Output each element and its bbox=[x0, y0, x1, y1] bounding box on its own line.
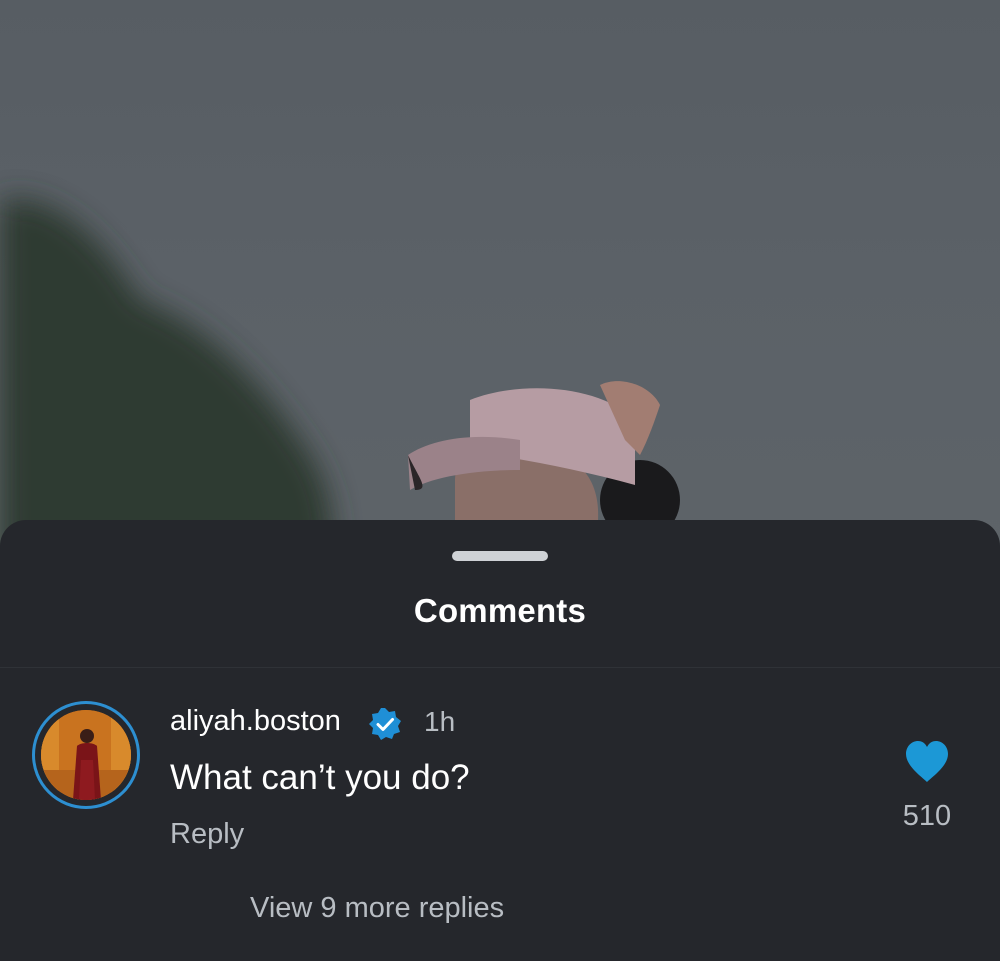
heart-icon[interactable] bbox=[904, 740, 950, 784]
comment-timestamp: 1h bbox=[424, 706, 456, 737]
background-photo-graphic bbox=[0, 198, 680, 600]
divider bbox=[0, 667, 1000, 668]
reply-button[interactable]: Reply bbox=[170, 818, 244, 851]
avatar-graphic bbox=[41, 710, 131, 800]
screen: Comments aliyah.boston 1h What can’t you… bbox=[0, 0, 1000, 961]
comment-text: What can’t you do? bbox=[170, 758, 470, 797]
avatar-image bbox=[41, 710, 131, 800]
comments-sheet: Comments aliyah.boston 1h What can’t you… bbox=[0, 520, 1000, 961]
sheet-title: Comments bbox=[413, 592, 587, 629]
background-photo bbox=[0, 0, 1000, 600]
comment-username[interactable]: aliyah.boston bbox=[170, 705, 341, 738]
sheet-drag-handle[interactable] bbox=[452, 551, 548, 561]
view-more-replies-button[interactable]: View 9 more replies bbox=[250, 892, 504, 925]
verified-badge-icon bbox=[369, 708, 401, 740]
like-count: 510 bbox=[902, 800, 952, 832]
avatar[interactable] bbox=[32, 701, 140, 809]
